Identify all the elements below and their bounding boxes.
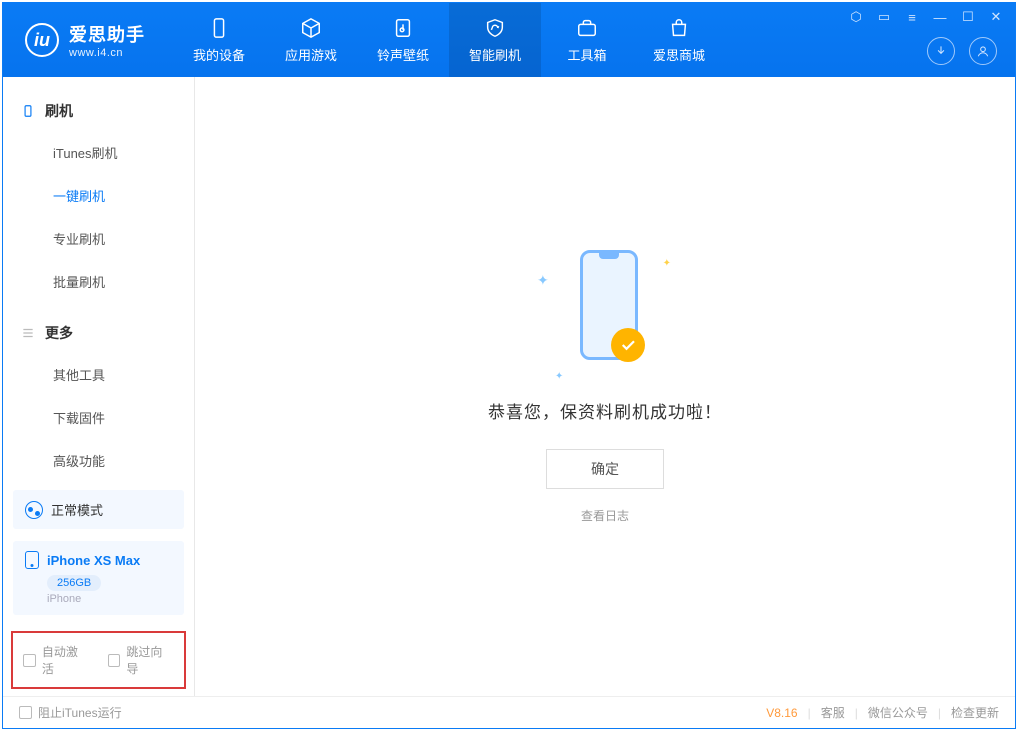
app-window: iu 爱思助手 www.i4.cn 我的设备 应用游戏 铃声壁纸 智能刷机 [2,2,1016,729]
list-icon [21,326,35,340]
nav-my-device[interactable]: 我的设备 [173,3,265,77]
separator: | [938,706,941,720]
sidebar-item-itunes-flash[interactable]: iTunes刷机 [3,131,194,174]
sidebar: 刷机 iTunes刷机 一键刷机 专业刷机 批量刷机 更多 其他工具 下载固件 … [3,77,195,696]
footer-link-wechat[interactable]: 微信公众号 [868,704,928,721]
device-icon [21,104,35,118]
phone-small-icon [25,551,39,569]
sidebar-item-pro-flash[interactable]: 专业刷机 [3,217,194,260]
sidebar-item-oneclick-flash[interactable]: 一键刷机 [3,174,194,217]
logo-icon: iu [25,23,59,57]
nav-label: 工具箱 [567,45,606,64]
sidebar-item-batch-flash[interactable]: 批量刷机 [3,260,194,303]
checkmark-badge-icon [611,328,645,362]
device-capacity: 256GB [47,575,101,591]
footer: 阻止iTunes运行 V8.16 | 客服 | 微信公众号 | 检查更新 [3,696,1015,728]
phone-icon [208,17,230,39]
nav-label: 应用游戏 [285,45,337,64]
sidebar-item-other-tools[interactable]: 其他工具 [3,353,194,396]
version-label: V8.16 [766,706,797,720]
nav-label: 爱思商城 [653,45,705,64]
app-name-cn: 爱思助手 [69,21,145,47]
checkbox-label: 自动激活 [42,643,90,677]
option-row-highlighted: 自动激活 跳过向导 [11,631,186,689]
logo: iu 爱思助手 www.i4.cn [3,21,163,59]
menu-icon[interactable]: ≡ [905,10,919,25]
nav-store[interactable]: 爱思商城 [633,3,725,77]
mode-box[interactable]: 正常模式 [13,490,184,529]
footer-link-update[interactable]: 检查更新 [951,704,999,721]
download-button[interactable] [927,37,955,65]
logo-text: 爱思助手 www.i4.cn [69,21,145,59]
nav-label: 铃声壁纸 [377,45,429,64]
separator: | [808,706,811,720]
header-side-controls [927,37,997,65]
ok-button[interactable]: 确定 [546,449,664,489]
minimize-button[interactable]: ― [933,10,947,25]
nav-smart-flash[interactable]: 智能刷机 [449,3,541,77]
mode-icon [25,501,43,519]
device-card[interactable]: iPhone XS Max 256GB iPhone [13,541,184,615]
separator: | [855,706,858,720]
sparkle-icon: ✦ [663,258,671,269]
briefcase-icon [576,17,598,39]
shirt-icon[interactable]: ⬡ [849,9,863,25]
header: iu 爱思助手 www.i4.cn 我的设备 应用游戏 铃声壁纸 智能刷机 [3,3,1015,77]
checkbox-icon [108,654,121,667]
mode-label: 正常模式 [51,500,103,519]
checkbox-icon [19,706,32,719]
sidebar-item-advanced[interactable]: 高级功能 [3,439,194,482]
checkbox-label: 阻止iTunes运行 [38,704,122,721]
app-name-en: www.i4.cn [69,47,145,59]
refresh-shield-icon [484,17,506,39]
bag-icon [668,17,690,39]
success-illustration: ✦ ✦ ✦ [545,250,665,380]
main-content: ✦ ✦ ✦ 恭喜您，保资料刷机成功啦！ 确定 查看日志 [195,77,1015,696]
nav-label: 我的设备 [193,45,245,64]
view-log-link[interactable]: 查看日志 [581,507,629,524]
window-controls: ⬡ ▭ ≡ ― ☐ ✕ [849,9,1003,25]
nav-ringtone-wallpaper[interactable]: 铃声壁纸 [357,3,449,77]
nav-apps-games[interactable]: 应用游戏 [265,3,357,77]
group-title: 更多 [45,323,73,343]
sidebar-item-download-firmware[interactable]: 下载固件 [3,396,194,439]
sidebar-scroll: 刷机 iTunes刷机 一键刷机 专业刷机 批量刷机 更多 其他工具 下载固件 … [3,77,194,482]
music-file-icon [392,17,414,39]
checkbox-auto-activate[interactable]: 自动激活 [23,643,90,677]
footer-link-service[interactable]: 客服 [821,704,845,721]
checkbox-block-itunes[interactable]: 阻止iTunes运行 [19,704,122,721]
maximize-button[interactable]: ☐ [961,9,975,25]
sidebar-group-more: 更多 [3,313,194,353]
nav-toolbox[interactable]: 工具箱 [541,3,633,77]
device-type: iPhone [47,593,172,605]
note-icon[interactable]: ▭ [877,9,891,25]
sidebar-group-flash: 刷机 [3,91,194,131]
close-button[interactable]: ✕ [989,9,1003,25]
footer-right: V8.16 | 客服 | 微信公众号 | 检查更新 [766,704,999,721]
success-message: 恭喜您，保资料刷机成功啦！ [488,398,722,423]
checkbox-skip-guide[interactable]: 跳过向导 [108,643,175,677]
checkbox-label: 跳过向导 [126,643,174,677]
sparkle-icon: ✦ [537,272,549,289]
body: 刷机 iTunes刷机 一键刷机 专业刷机 批量刷机 更多 其他工具 下载固件 … [3,77,1015,696]
account-button[interactable] [969,37,997,65]
group-title: 刷机 [45,101,73,121]
top-nav: 我的设备 应用游戏 铃声壁纸 智能刷机 工具箱 爱思商城 [173,3,725,77]
nav-label: 智能刷机 [469,45,521,64]
checkbox-icon [23,654,36,667]
device-name: iPhone XS Max [47,553,140,568]
sparkle-icon: ✦ [555,371,563,382]
cube-icon [300,17,322,39]
